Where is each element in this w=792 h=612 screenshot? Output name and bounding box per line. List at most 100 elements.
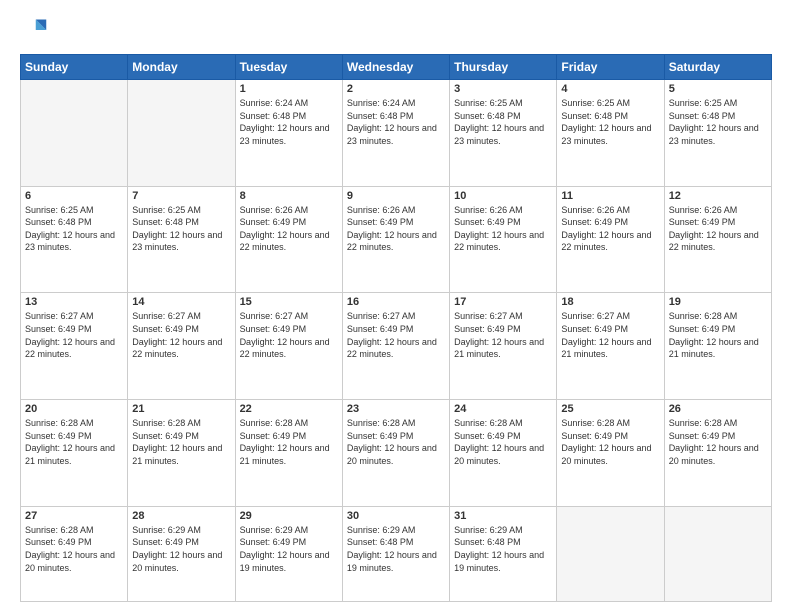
- calendar-day-cell: 20 Sunrise: 6:28 AMSunset: 6:49 PMDayligh…: [21, 400, 128, 507]
- day-info: Sunrise: 6:28 AMSunset: 6:49 PMDaylight:…: [669, 310, 767, 360]
- day-info: Sunrise: 6:28 AMSunset: 6:49 PMDaylight:…: [132, 417, 230, 467]
- calendar-day-cell: 1 Sunrise: 6:24 AMSunset: 6:48 PMDaylight…: [235, 80, 342, 187]
- weekday-header-row: SundayMondayTuesdayWednesdayThursdayFrid…: [21, 55, 772, 80]
- day-number: 6: [25, 190, 123, 202]
- day-number: 15: [240, 296, 338, 308]
- calendar-day-cell: 17Sunrise: 6:27 AMSunset: 6:49 PMDayligh…: [450, 293, 557, 400]
- weekday-header-cell: Wednesday: [342, 55, 449, 80]
- day-info: Sunrise: 6:27 AMSunset: 6:49 PMDaylight:…: [132, 310, 230, 360]
- day-number: 2: [347, 83, 445, 95]
- day-number: 16: [347, 296, 445, 308]
- calendar-week-row: 20 Sunrise: 6:28 AMSunset: 6:49 PMDayligh…: [21, 400, 772, 507]
- calendar-day-cell: 16Sunrise: 6:27 AMSunset: 6:49 PMDayligh…: [342, 293, 449, 400]
- calendar-day-cell: 19 Sunrise: 6:28 AMSunset: 6:49 PMDayligh…: [664, 293, 771, 400]
- day-number: 28: [132, 510, 230, 522]
- day-info: Sunrise: 6:27 AMSunset: 6:49 PMDaylight:…: [25, 310, 123, 360]
- day-info: Sunrise: 6:28 AMSunset: 6:49 PMDaylight:…: [25, 524, 123, 574]
- calendar-day-cell: [664, 506, 771, 601]
- day-number: 24: [454, 403, 552, 415]
- day-number: 10: [454, 190, 552, 202]
- day-info: Sunrise: 6:27 AMSunset: 6:49 PMDaylight:…: [454, 310, 552, 360]
- day-number: 5: [669, 83, 767, 95]
- calendar-day-cell: [21, 80, 128, 187]
- calendar-week-row: 6 Sunrise: 6:25 AMSunset: 6:48 PMDaylight…: [21, 186, 772, 293]
- calendar-day-cell: 29 Sunrise: 6:29 AMSunset: 6:49 PMDayligh…: [235, 506, 342, 601]
- day-number: 14: [132, 296, 230, 308]
- calendar-table: SundayMondayTuesdayWednesdayThursdayFrid…: [20, 54, 772, 602]
- day-number: 8: [240, 190, 338, 202]
- calendar-day-cell: 22 Sunrise: 6:28 AMSunset: 6:49 PMDayligh…: [235, 400, 342, 507]
- day-number: 21: [132, 403, 230, 415]
- header: [20, 16, 772, 44]
- calendar-body: 1 Sunrise: 6:24 AMSunset: 6:48 PMDaylight…: [21, 80, 772, 602]
- day-number: 18: [561, 296, 659, 308]
- calendar-day-cell: 26 Sunrise: 6:28 AMSunset: 6:49 PMDayligh…: [664, 400, 771, 507]
- calendar-day-cell: 31 Sunrise: 6:29 AMSunset: 6:48 PMDayligh…: [450, 506, 557, 601]
- calendar-day-cell: 13 Sunrise: 6:27 AMSunset: 6:49 PMDayligh…: [21, 293, 128, 400]
- weekday-header-cell: Friday: [557, 55, 664, 80]
- day-number: 1: [240, 83, 338, 95]
- day-info: Sunrise: 6:27 AMSunset: 6:49 PMDaylight:…: [240, 310, 338, 360]
- day-number: 9: [347, 190, 445, 202]
- calendar-day-cell: 18 Sunrise: 6:27 AMSunset: 6:49 PMDayligh…: [557, 293, 664, 400]
- calendar-day-cell: 14 Sunrise: 6:27 AMSunset: 6:49 PMDayligh…: [128, 293, 235, 400]
- calendar-day-cell: 25Sunrise: 6:28 AMSunset: 6:49 PMDayligh…: [557, 400, 664, 507]
- calendar-week-row: 27 Sunrise: 6:28 AMSunset: 6:49 PMDayligh…: [21, 506, 772, 601]
- day-number: 12: [669, 190, 767, 202]
- day-info: Sunrise: 6:29 AMSunset: 6:48 PMDaylight:…: [347, 524, 445, 574]
- calendar-day-cell: 9 Sunrise: 6:26 AMSunset: 6:49 PMDaylight…: [342, 186, 449, 293]
- day-number: 7: [132, 190, 230, 202]
- calendar-day-cell: 21 Sunrise: 6:28 AMSunset: 6:49 PMDayligh…: [128, 400, 235, 507]
- calendar-day-cell: 5 Sunrise: 6:25 AMSunset: 6:48 PMDaylight…: [664, 80, 771, 187]
- day-number: 27: [25, 510, 123, 522]
- day-info: Sunrise: 6:29 AMSunset: 6:49 PMDaylight:…: [240, 524, 338, 574]
- calendar-day-cell: 3 Sunrise: 6:25 AMSunset: 6:48 PMDaylight…: [450, 80, 557, 187]
- calendar-day-cell: [128, 80, 235, 187]
- day-info: Sunrise: 6:26 AMSunset: 6:49 PMDaylight:…: [240, 204, 338, 254]
- calendar-day-cell: 27 Sunrise: 6:28 AMSunset: 6:49 PMDayligh…: [21, 506, 128, 601]
- day-info: Sunrise: 6:25 AMSunset: 6:48 PMDaylight:…: [132, 204, 230, 254]
- day-number: 31: [454, 510, 552, 522]
- weekday-header-cell: Sunday: [21, 55, 128, 80]
- day-info: Sunrise: 6:26 AMSunset: 6:49 PMDaylight:…: [454, 204, 552, 254]
- weekday-header-cell: Thursday: [450, 55, 557, 80]
- calendar-day-cell: 23 Sunrise: 6:28 AMSunset: 6:49 PMDayligh…: [342, 400, 449, 507]
- calendar-week-row: 1 Sunrise: 6:24 AMSunset: 6:48 PMDaylight…: [21, 80, 772, 187]
- day-info: Sunrise: 6:25 AMSunset: 6:48 PMDaylight:…: [669, 97, 767, 147]
- calendar-day-cell: 24 Sunrise: 6:28 AMSunset: 6:49 PMDayligh…: [450, 400, 557, 507]
- day-info: Sunrise: 6:26 AMSunset: 6:49 PMDaylight:…: [669, 204, 767, 254]
- day-number: 11: [561, 190, 659, 202]
- calendar-day-cell: [557, 506, 664, 601]
- day-number: 4: [561, 83, 659, 95]
- calendar-day-cell: 2 Sunrise: 6:24 AMSunset: 6:48 PMDaylight…: [342, 80, 449, 187]
- day-info: Sunrise: 6:24 AMSunset: 6:48 PMDaylight:…: [347, 97, 445, 147]
- page: SundayMondayTuesdayWednesdayThursdayFrid…: [0, 0, 792, 612]
- day-number: 19: [669, 296, 767, 308]
- day-number: 26: [669, 403, 767, 415]
- weekday-header-cell: Tuesday: [235, 55, 342, 80]
- day-info: Sunrise: 6:28 AMSunset: 6:49 PMDaylight:…: [240, 417, 338, 467]
- calendar-day-cell: 6Sunrise: 6:25 AMSunset: 6:48 PMDaylight…: [21, 186, 128, 293]
- day-number: 29: [240, 510, 338, 522]
- calendar-day-cell: 7 Sunrise: 6:25 AMSunset: 6:48 PMDaylight…: [128, 186, 235, 293]
- calendar-day-cell: 4 Sunrise: 6:25 AMSunset: 6:48 PMDaylight…: [557, 80, 664, 187]
- day-info: Sunrise: 6:28 AMSunset: 6:49 PMDaylight:…: [25, 417, 123, 467]
- day-info: Sunrise: 6:28 AMSunset: 6:49 PMDaylight:…: [347, 417, 445, 467]
- calendar-day-cell: 15 Sunrise: 6:27 AMSunset: 6:49 PMDayligh…: [235, 293, 342, 400]
- calendar-day-cell: 30Sunrise: 6:29 AMSunset: 6:48 PMDayligh…: [342, 506, 449, 601]
- day-info: Sunrise: 6:24 AMSunset: 6:48 PMDaylight:…: [240, 97, 338, 147]
- day-info: Sunrise: 6:25 AMSunset: 6:48 PMDaylight:…: [561, 97, 659, 147]
- day-info: Sunrise: 6:25 AMSunset: 6:48 PMDaylight:…: [454, 97, 552, 147]
- day-info: Sunrise: 6:29 AMSunset: 6:48 PMDaylight:…: [454, 524, 552, 574]
- weekday-header-cell: Monday: [128, 55, 235, 80]
- day-info: Sunrise: 6:26 AMSunset: 6:49 PMDaylight:…: [347, 204, 445, 254]
- calendar-week-row: 13 Sunrise: 6:27 AMSunset: 6:49 PMDayligh…: [21, 293, 772, 400]
- day-number: 20: [25, 403, 123, 415]
- day-info: Sunrise: 6:28 AMSunset: 6:49 PMDaylight:…: [669, 417, 767, 467]
- day-number: 3: [454, 83, 552, 95]
- day-info: Sunrise: 6:28 AMSunset: 6:49 PMDaylight:…: [454, 417, 552, 467]
- day-number: 23: [347, 403, 445, 415]
- day-number: 22: [240, 403, 338, 415]
- day-info: Sunrise: 6:27 AMSunset: 6:49 PMDaylight:…: [561, 310, 659, 360]
- day-number: 13: [25, 296, 123, 308]
